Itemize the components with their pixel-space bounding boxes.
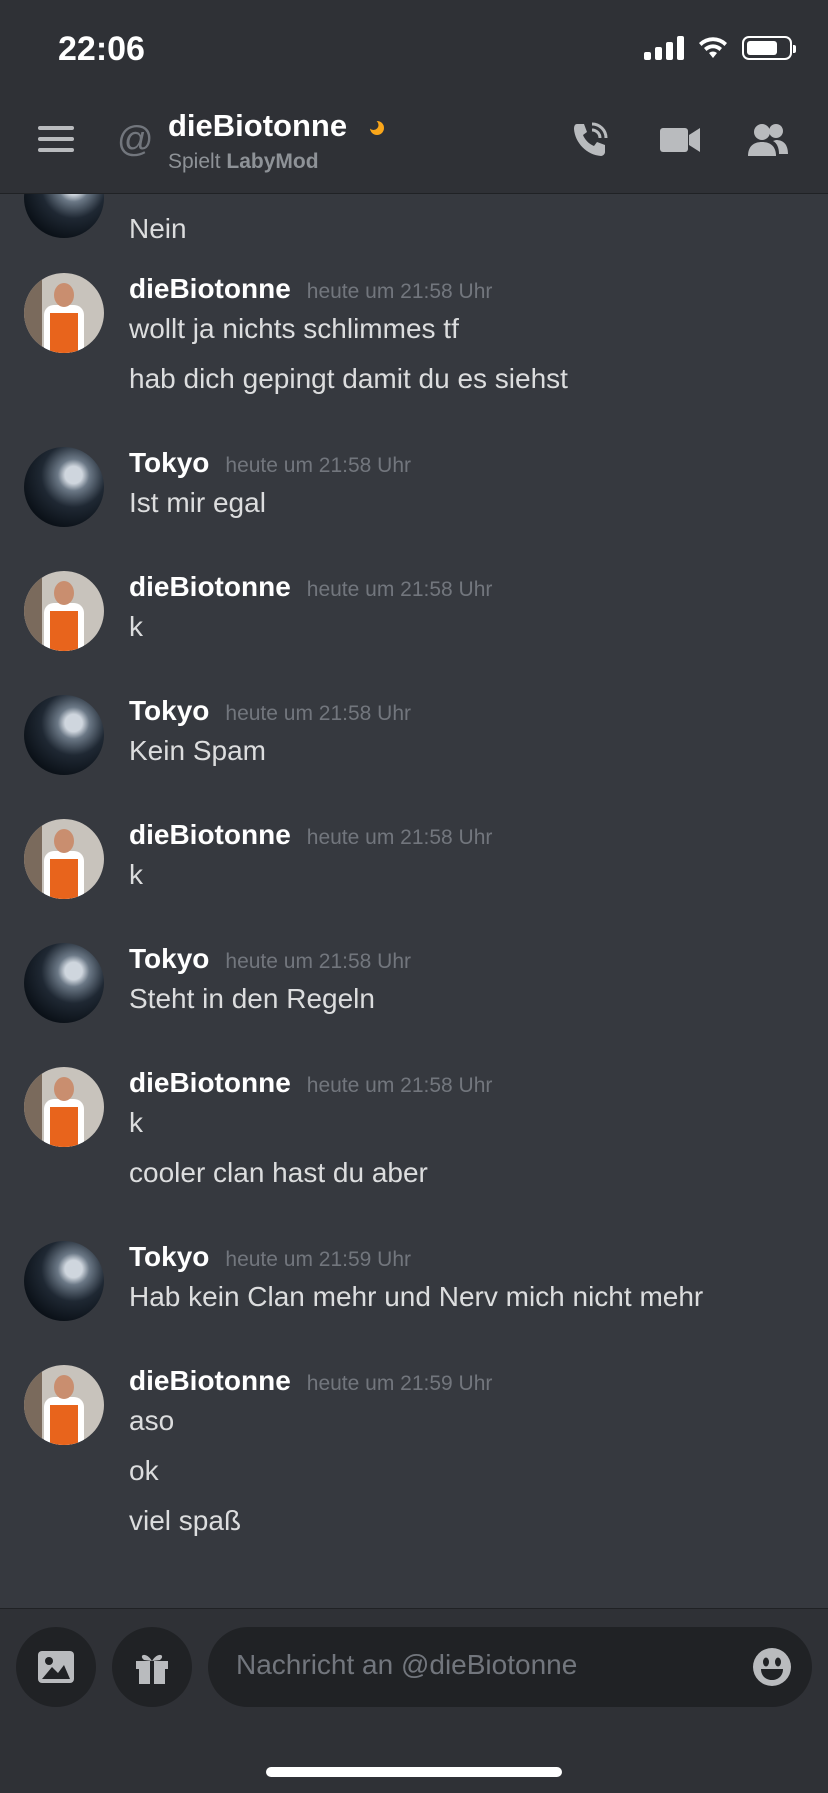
message-author[interactable]: dieBiotonne heute um 21:59 Uhr bbox=[129, 1365, 492, 1397]
status-time: 22:06 bbox=[58, 30, 145, 68]
members-icon[interactable] bbox=[746, 118, 790, 162]
message-text: k bbox=[129, 1107, 143, 1138]
image-icon bbox=[38, 1651, 74, 1683]
avatar[interactable] bbox=[24, 695, 104, 775]
message-text: wollt ja nichts schlimmes tf bbox=[129, 313, 459, 344]
status-icons bbox=[644, 36, 796, 60]
message-author[interactable]: Tokyo heute um 21:58 Uhr bbox=[129, 447, 411, 479]
wifi-icon bbox=[699, 37, 727, 58]
message-text: ok bbox=[129, 1455, 159, 1486]
gift-button[interactable] bbox=[112, 1627, 192, 1707]
message-text: Steht in den Regeln bbox=[129, 983, 375, 1014]
avatar[interactable] bbox=[24, 1241, 104, 1321]
avatar[interactable] bbox=[24, 1365, 104, 1445]
avatar[interactable] bbox=[24, 273, 104, 353]
message-timestamp: heute um 21:58 Uhr bbox=[306, 578, 493, 601]
message-author[interactable]: dieBiotonne heute um 21:58 Uhr bbox=[129, 819, 492, 851]
message-text: k bbox=[129, 859, 143, 890]
cellular-signal-icon bbox=[644, 36, 684, 60]
message-text: Ist mir egal bbox=[129, 487, 266, 518]
message-timestamp: heute um 21:58 Uhr bbox=[225, 454, 412, 477]
avatar[interactable] bbox=[24, 194, 104, 238]
message-author[interactable]: dieBiotonne heute um 21:58 Uhr bbox=[129, 571, 492, 603]
at-icon: @ bbox=[117, 118, 154, 159]
message-text: viel spaß bbox=[129, 1505, 242, 1536]
message-list[interactable]: Nein dieBiotonne heute um 21:58 Uhr wollt… bbox=[0, 194, 828, 1608]
message-timestamp: heute um 21:58 Uhr bbox=[225, 950, 412, 973]
message-timestamp: heute um 21:58 Uhr bbox=[225, 702, 412, 725]
emoji-icon[interactable] bbox=[752, 1647, 792, 1687]
activity-prefix: Spielt bbox=[168, 150, 221, 173]
avatar[interactable] bbox=[24, 1067, 104, 1147]
activity-game: LabyMod bbox=[226, 150, 319, 173]
message-input[interactable]: Nachricht an @dieBiotonne bbox=[208, 1627, 812, 1707]
menu-icon[interactable] bbox=[38, 126, 74, 152]
message-author[interactable]: Tokyo heute um 21:58 Uhr bbox=[129, 695, 411, 727]
message-text: Nein bbox=[129, 213, 187, 244]
message-text: hab dich gepingt damit du es siehst bbox=[129, 363, 568, 394]
message-timestamp: heute um 21:58 Uhr bbox=[306, 280, 493, 303]
idle-status-icon bbox=[370, 121, 384, 135]
top-bar: 22:06 @ dieBiotonne Spielt LabyMod bbox=[0, 0, 828, 194]
message-timestamp: heute um 21:58 Uhr bbox=[306, 826, 493, 849]
message-text: aso bbox=[129, 1405, 175, 1436]
message-timestamp: heute um 21:58 Uhr bbox=[306, 1074, 493, 1097]
voice-call-icon[interactable] bbox=[568, 118, 612, 162]
avatar[interactable] bbox=[24, 819, 104, 899]
avatar[interactable] bbox=[24, 447, 104, 527]
video-call-icon[interactable] bbox=[658, 118, 702, 162]
channel-name[interactable]: dieBiotonne bbox=[168, 108, 347, 144]
activity-status: Spielt LabyMod bbox=[168, 150, 319, 174]
message-author[interactable]: dieBiotonne heute um 21:58 Uhr bbox=[129, 1067, 492, 1099]
composer-bar: Nachricht an @dieBiotonne bbox=[0, 1608, 828, 1793]
message-author[interactable]: Tokyo heute um 21:58 Uhr bbox=[129, 943, 411, 975]
gift-icon bbox=[136, 1654, 168, 1684]
image-upload-button[interactable] bbox=[16, 1627, 96, 1707]
message-input-placeholder: Nachricht an @dieBiotonne bbox=[236, 1649, 578, 1680]
battery-icon bbox=[742, 36, 796, 60]
message-author[interactable]: Tokyo heute um 21:59 Uhr bbox=[129, 1241, 411, 1273]
message-timestamp: heute um 21:59 Uhr bbox=[306, 1372, 493, 1395]
message-timestamp: heute um 21:59 Uhr bbox=[225, 1248, 412, 1271]
avatar[interactable] bbox=[24, 571, 104, 651]
message-text: Kein Spam bbox=[129, 735, 266, 766]
home-indicator[interactable] bbox=[266, 1767, 562, 1777]
message-text: cooler clan hast du aber bbox=[129, 1157, 428, 1188]
avatar[interactable] bbox=[24, 943, 104, 1023]
message-text: Hab kein Clan mehr und Nerv mich nicht m… bbox=[129, 1281, 704, 1312]
message-text: k bbox=[129, 611, 143, 642]
message-author[interactable]: dieBiotonne heute um 21:58 Uhr bbox=[129, 273, 492, 305]
